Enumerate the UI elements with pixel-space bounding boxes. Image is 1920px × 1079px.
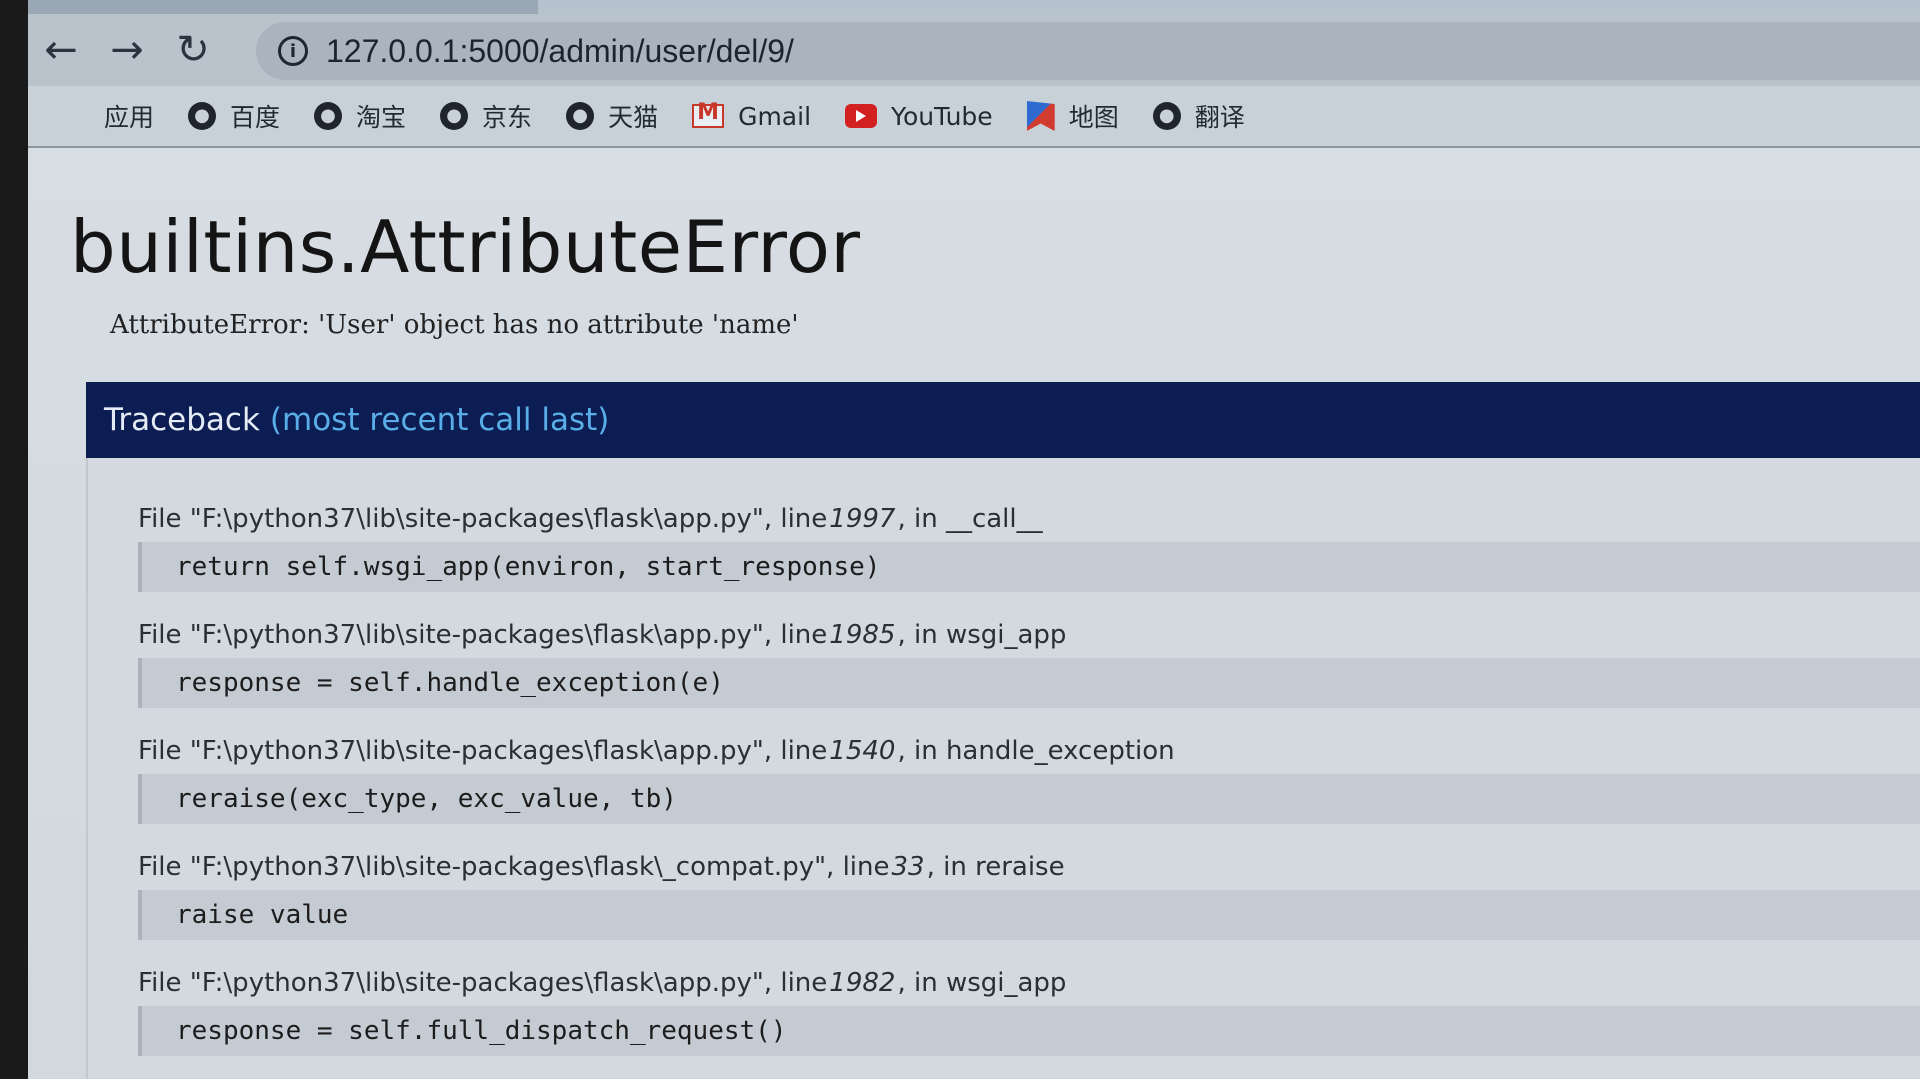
error-title: builtins.AttributeError — [70, 205, 861, 289]
bookmark-label: 百度 — [230, 103, 281, 132]
bookmark-gmail[interactable]: Gmail — [692, 100, 812, 131]
globe-icon: ● — [440, 102, 469, 130]
bookmark-label: Gmail — [738, 101, 812, 131]
frame-function: , in __call__ — [897, 504, 1043, 534]
bookmark-label: YouTube — [891, 101, 993, 131]
frame-line-number: 1997 — [829, 504, 896, 534]
frame-function: , in reraise — [926, 852, 1065, 882]
gmail-icon — [692, 100, 725, 128]
frame-function: , in wsgi_app — [897, 620, 1067, 650]
frame-location: File "F:\python37\lib\site-packages\flas… — [138, 458, 1920, 542]
maps-icon — [1026, 101, 1055, 131]
frame-line-number: 1985 — [829, 620, 896, 650]
frame-line-number: 1982 — [829, 968, 896, 998]
bookmark-label: 应用 — [104, 103, 155, 132]
bookmark-label: 翻译 — [1194, 103, 1245, 132]
traceback-subheading: (most recent call last) — [269, 402, 610, 438]
bookmark-translate[interactable]: ● 翻译 — [1152, 98, 1245, 134]
traceback-heading: Traceback — [104, 402, 260, 438]
frame-line-number: 1540 — [829, 736, 896, 766]
frame-source-line[interactable]: raise value — [138, 890, 1920, 940]
bookmark-jd[interactable]: ● 京东 — [440, 98, 532, 134]
traceback-header[interactable]: Traceback (most recent call last) — [86, 382, 1920, 458]
tab-strip — [28, 0, 1920, 14]
frame-file: File "F:\python37\lib\site-packages\flas… — [138, 504, 828, 534]
frame-location: File "F:\python37\lib\site-packages\flas… — [138, 824, 1920, 890]
frame-function: , in wsgi_app — [897, 968, 1067, 998]
apps-grid-icon — [62, 102, 90, 130]
active-tab[interactable] — [538, 0, 1920, 14]
traceback-frame: File "F:\python37\lib\site-packages\flas… — [138, 940, 1920, 1056]
frame-location: File "F:\python37\lib\site-packages\flas… — [138, 592, 1920, 658]
frame-function: , in handle_exception — [897, 736, 1175, 766]
frame-source-line[interactable]: reraise(exc_type, exc_value, tb) — [138, 774, 1920, 824]
error-message: AttributeError: 'User' object has no att… — [110, 310, 799, 340]
frame-file: File "F:\python37\lib\site-packages\flas… — [138, 968, 828, 998]
frame-file: File "F:\python37\lib\site-packages\flas… — [138, 736, 828, 766]
youtube-icon — [845, 104, 878, 128]
browser-toolbar: ← → ↻ i 127.0.0.1:5000/admin/user/del/9/ — [28, 14, 1920, 86]
bookmark-label: 天猫 — [608, 103, 659, 132]
bookmark-maps[interactable]: 地图 — [1026, 98, 1119, 134]
bookmark-baidu[interactable]: ● 百度 — [188, 98, 280, 134]
reload-icon[interactable]: ↻ — [160, 20, 226, 80]
bookmark-label: 京东 — [482, 103, 533, 132]
forward-arrow-icon[interactable]: → — [94, 20, 160, 80]
frame-file: File "F:\python37\lib\site-packages\flas… — [138, 620, 828, 650]
globe-icon: ● — [188, 102, 217, 130]
traceback-frame: File "F:\python37\lib\site-packages\flas… — [138, 458, 1920, 592]
bookmark-youtube[interactable]: YouTube — [845, 102, 993, 131]
site-info-icon[interactable]: i — [278, 36, 308, 66]
browser-window: ← → ↻ i 127.0.0.1:5000/admin/user/del/9/… — [28, 0, 1920, 1079]
bookmark-label: 地图 — [1068, 103, 1119, 132]
globe-icon: ● — [566, 102, 595, 130]
bookmark-tmall[interactable]: ● 天猫 — [566, 98, 658, 134]
frame-source-line[interactable]: return self.wsgi_app(environ, start_resp… — [138, 542, 1920, 592]
frame-source-line[interactable]: response = self.full_dispatch_request() — [138, 1006, 1920, 1056]
error-page: builtins.AttributeError AttributeError: … — [28, 150, 1920, 1079]
bookmark-label: 淘宝 — [356, 103, 407, 132]
frame-line-number: 33 — [891, 852, 925, 882]
globe-icon: ● — [314, 102, 343, 130]
traceback-frame: File "F:\python37\lib\site-packages\flas… — [138, 592, 1920, 708]
url-text[interactable]: 127.0.0.1:5000/admin/user/del/9/ — [326, 33, 794, 70]
bookmark-apps[interactable]: 应用 — [62, 98, 154, 134]
address-bar[interactable]: i 127.0.0.1:5000/admin/user/del/9/ — [256, 22, 1920, 80]
traceback-frame: File "F:\python37\lib\site-packages\flas… — [138, 824, 1920, 940]
traceback-frame: File "F:\python37\lib\site-packages\flas… — [138, 708, 1920, 824]
back-arrow-icon[interactable]: ← — [28, 20, 94, 80]
frame-file: File "F:\python37\lib\site-packages\flas… — [138, 852, 890, 882]
bookmarks-bar: 应用 ● 百度 ● 淘宝 ● 京东 ● 天猫 Gmail YouTube 地图 — [28, 86, 1920, 148]
frame-location: File "F:\python37\lib\site-packages\flas… — [138, 708, 1920, 774]
globe-icon: ● — [1152, 102, 1181, 130]
frame-source-line[interactable]: response = self.handle_exception(e) — [138, 658, 1920, 708]
bookmark-taobao[interactable]: ● 淘宝 — [314, 98, 406, 134]
frame-location: File "F:\python37\lib\site-packages\flas… — [138, 940, 1920, 1006]
traceback-body: File "F:\python37\lib\site-packages\flas… — [86, 458, 1920, 1079]
